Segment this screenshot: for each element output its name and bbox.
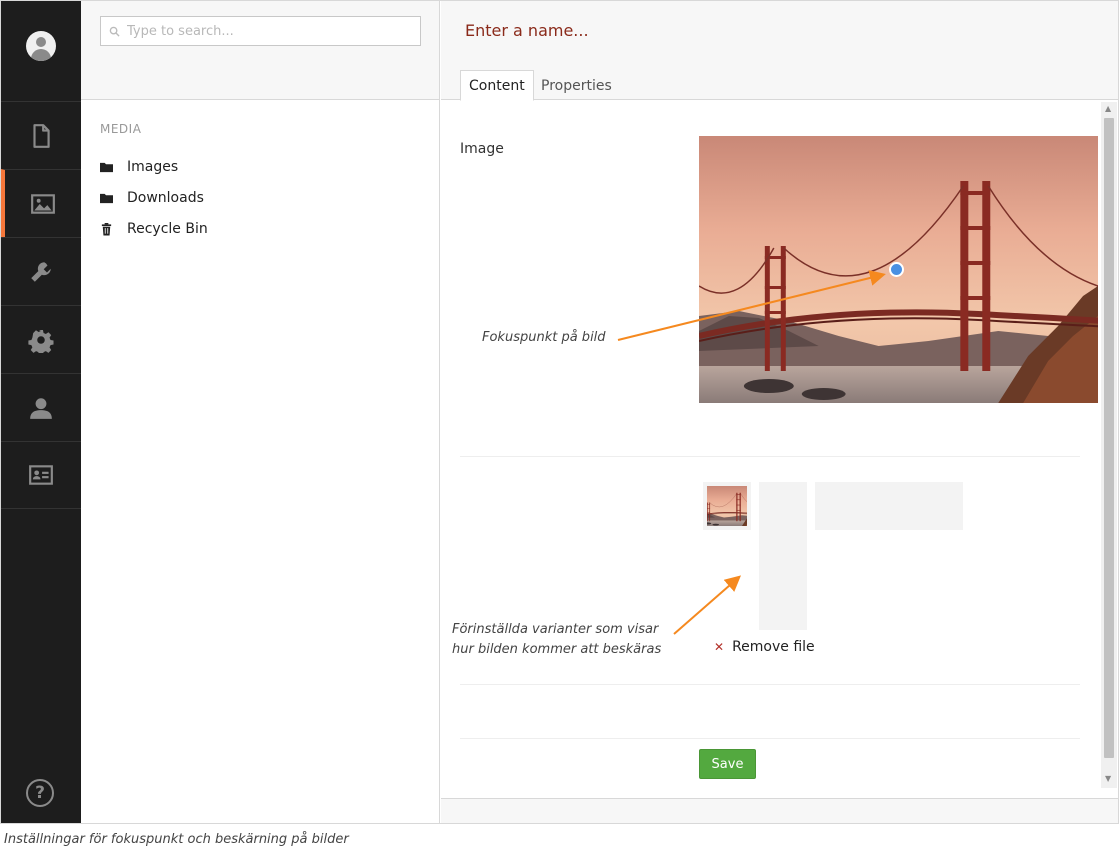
name-input[interactable]: Enter a name... xyxy=(465,21,589,40)
tree-header xyxy=(81,1,439,100)
media-tree-panel: MEDIA Images Downloads Recycle Bin xyxy=(81,1,440,823)
editor-panel: Enter a name... Content Properties Image… xyxy=(441,1,1118,823)
scroll-down-icon[interactable]: ▼ xyxy=(1105,774,1111,783)
save-button[interactable]: Save xyxy=(699,749,756,779)
crop-thumbnail-wide[interactable] xyxy=(815,482,963,530)
focal-point-annotation: Fokuspunkt på bild xyxy=(482,330,606,345)
user-icon xyxy=(30,397,52,419)
tree-item-images[interactable]: Images xyxy=(100,159,178,175)
wrench-icon xyxy=(31,261,51,282)
focal-point-handle[interactable] xyxy=(889,262,904,277)
search-box[interactable] xyxy=(100,16,421,46)
tree-item-label: Images xyxy=(127,159,179,175)
divider xyxy=(460,456,1080,457)
remove-file-label: Remove file xyxy=(732,639,815,655)
tree-item-label: Recycle Bin xyxy=(127,221,208,237)
nav-item-media[interactable] xyxy=(1,169,81,237)
document-icon xyxy=(33,123,50,148)
help-icon[interactable]: ? xyxy=(26,779,54,807)
close-icon: ✕ xyxy=(714,640,725,654)
tab-properties[interactable]: Properties xyxy=(533,70,620,101)
figure-caption: Inställningar för fokuspunkt och beskärn… xyxy=(4,832,349,847)
crop-thumbnail-square[interactable] xyxy=(703,482,751,530)
divider xyxy=(460,684,1080,685)
crop-thumbnail-portrait[interactable] xyxy=(759,482,807,630)
tab-content[interactable]: Content xyxy=(460,70,534,101)
search-icon xyxy=(109,26,120,37)
scrollbar[interactable]: ▲ ▼ xyxy=(1101,102,1117,788)
folder-icon xyxy=(100,162,113,172)
tree-item-label: Downloads xyxy=(127,190,204,206)
image-property-label: Image xyxy=(460,141,504,157)
trash-icon xyxy=(101,222,112,236)
avatar[interactable] xyxy=(26,31,56,61)
nav-item-members[interactable] xyxy=(1,441,81,509)
nav-item-developer[interactable] xyxy=(1,237,81,305)
nav-item-content[interactable] xyxy=(1,101,81,169)
remove-file-link[interactable]: ✕ Remove file xyxy=(714,639,815,655)
editor-footer xyxy=(441,798,1118,823)
folder-icon xyxy=(100,193,113,203)
nav-item-settings[interactable] xyxy=(1,305,81,373)
editor-header: Enter a name... Content Properties xyxy=(441,1,1118,101)
scroll-up-icon[interactable]: ▲ xyxy=(1105,104,1111,113)
id-card-icon xyxy=(29,465,53,485)
scroll-thumb[interactable] xyxy=(1104,118,1114,758)
gear-icon xyxy=(28,329,54,353)
section-title: MEDIA xyxy=(100,122,142,136)
crop-annotation-line1: Förinställda varianter som visar xyxy=(452,622,659,637)
crop-annotation-line2: hur bilden kommer att beskäras xyxy=(452,642,662,657)
tree-item-downloads[interactable]: Downloads xyxy=(100,190,204,206)
main-nav: ? xyxy=(1,1,81,823)
search-input[interactable] xyxy=(127,23,407,39)
tree-item-recycle-bin[interactable]: Recycle Bin xyxy=(100,221,208,237)
nav-item-users[interactable] xyxy=(1,373,81,441)
divider xyxy=(460,738,1080,739)
image-icon xyxy=(31,193,55,214)
